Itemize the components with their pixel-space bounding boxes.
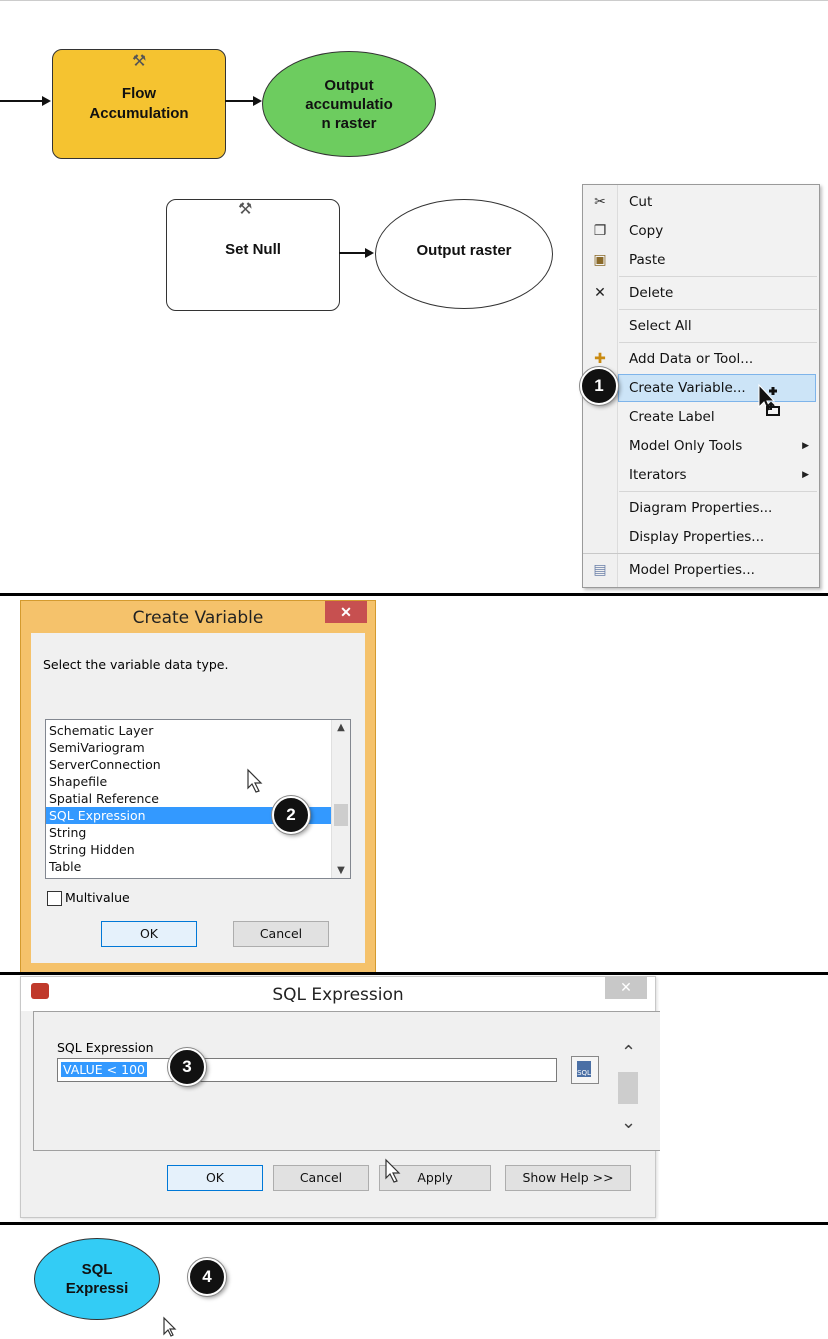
step-badge-2: 2	[272, 796, 310, 834]
menu-separator	[619, 491, 817, 492]
scroll-up-icon[interactable]: ⌃	[621, 1042, 636, 1063]
cancel-button[interactable]: Cancel	[233, 921, 329, 947]
menu-item-cut[interactable]: ✂ Cut	[583, 189, 819, 215]
scroll-thumb[interactable]	[618, 1072, 638, 1104]
scroll-down-icon[interactable]: ▼	[332, 865, 350, 876]
mouse-pointer-icon	[163, 1316, 177, 1337]
menu-item-model-properties[interactable]: ▤ Model Properties...	[583, 557, 819, 583]
delete-icon: ✕	[594, 285, 606, 301]
scroll-down-icon[interactable]: ⌄	[621, 1112, 636, 1133]
list-scrollbar[interactable]: ▲ ▼	[331, 720, 350, 878]
menu-item-paste[interactable]: ▣ Paste	[583, 247, 819, 273]
output-accumulation-raster-node[interactable]: Output accumulatio n raster	[262, 51, 436, 157]
list-item[interactable]: SemiVariogram	[49, 739, 145, 756]
ok-button[interactable]: OK	[101, 921, 197, 947]
sql-builder-button[interactable]: SQL	[571, 1056, 599, 1084]
list-item[interactable]: String Hidden	[49, 841, 135, 858]
hammer-icon: ⚒	[238, 201, 253, 218]
model-canvas: Flow Accumulation ⚒ Output accumulatio n…	[0, 0, 828, 593]
create-variable-cursor-icon	[758, 383, 780, 416]
menu-separator	[619, 276, 817, 277]
list-item[interactable]: String	[49, 824, 86, 841]
menu-item-model-only-tools[interactable]: Model Only Tools ▶	[583, 433, 819, 459]
connector	[225, 100, 255, 102]
scroll-up-icon[interactable]: ▲	[332, 722, 350, 733]
submenu-arrow-icon: ▶	[802, 441, 809, 451]
menu-item-copy[interactable]: ❐ Copy	[583, 218, 819, 244]
menu-separator	[583, 553, 819, 554]
dialog-body: Select the variable data type. Schematic…	[31, 633, 365, 963]
list-item[interactable]: ServerConnection	[49, 756, 161, 773]
menu-item-display-properties[interactable]: Display Properties...	[583, 524, 819, 550]
list-item[interactable]: Shapefile	[49, 773, 107, 790]
model-properties-icon: ▤	[593, 562, 607, 578]
list-item[interactable]: Spatial Reference	[49, 790, 159, 807]
connector-arrowhead	[365, 248, 374, 258]
panel-divider	[0, 972, 828, 975]
hammer-icon: ⚒	[132, 53, 147, 70]
incoming-connector	[0, 100, 44, 102]
set-null-label: Set Null	[225, 240, 281, 258]
menu-item-delete[interactable]: ✕ Delete	[583, 280, 819, 306]
scissors-icon: ✂	[594, 194, 606, 210]
close-button[interactable]: ✕	[325, 601, 367, 623]
panel-divider	[0, 593, 828, 596]
sql-expression-input[interactable]: VALUE < 100	[57, 1058, 557, 1082]
sql-expression-dialog: SQL Expression ✕ SQL Expression VALUE < …	[20, 976, 660, 1218]
mouse-pointer-icon	[247, 768, 263, 793]
step-badge-4: 4	[188, 1258, 226, 1296]
set-null-tool[interactable]: Set Null	[166, 199, 340, 311]
output-raster-node[interactable]: Output raster	[375, 199, 553, 309]
sql-expression-node-label: SQL Expressi	[65, 1261, 129, 1297]
step-badge-3: 3	[168, 1048, 206, 1086]
paste-icon: ▣	[593, 252, 607, 268]
menu-item-select-all[interactable]: Select All	[583, 313, 819, 339]
menu-separator	[619, 342, 817, 343]
menu-item-diagram-properties[interactable]: Diagram Properties...	[583, 495, 819, 521]
connector	[339, 252, 367, 254]
dialog-title: Create Variable	[132, 608, 264, 628]
list-item[interactable]: Table	[49, 858, 81, 875]
menu-item-iterators[interactable]: Iterators ▶	[583, 462, 819, 488]
output-accumulation-label: Output accumulatio n raster	[305, 76, 393, 132]
output-raster-label: Output raster	[416, 241, 512, 259]
sql-expression-value: VALUE < 100	[61, 1062, 147, 1077]
dialog-title: SQL Expression	[272, 985, 404, 1005]
close-button[interactable]: ✕	[605, 977, 647, 999]
menu-item-add-data-or-tool[interactable]: ✚ Add Data or Tool...	[583, 346, 819, 372]
flow-accumulation-label: Flow Accumulation	[89, 85, 189, 122]
sql-expression-label: SQL Expression	[57, 1040, 154, 1055]
ok-button[interactable]: OK	[167, 1165, 263, 1191]
cancel-button[interactable]: Cancel	[273, 1165, 369, 1191]
sql-icon: SQL	[577, 1061, 591, 1077]
multivalue-checkbox[interactable]	[47, 891, 62, 906]
create-variable-dialog: Create Variable ✕ Select the variable da…	[20, 600, 376, 973]
submenu-arrow-icon: ▶	[802, 470, 809, 480]
list-item[interactable]: Schematic Layer	[49, 722, 153, 739]
connector-arrowhead	[42, 96, 51, 106]
mouse-pointer-icon	[385, 1158, 401, 1183]
show-help-button[interactable]: Show Help >>	[505, 1165, 631, 1191]
step-badge-1: 1	[580, 367, 618, 405]
parameter-panel: SQL Expression VALUE < 100 SQL ⌃ ⌄	[33, 1011, 660, 1151]
copy-icon: ❐	[593, 223, 607, 239]
scroll-thumb[interactable]	[334, 804, 348, 826]
menu-separator	[619, 309, 817, 310]
panel-divider	[0, 1222, 828, 1225]
sql-expression-variable-node[interactable]: SQL Expressi	[34, 1238, 160, 1320]
prompt-text: Select the variable data type.	[43, 657, 229, 672]
connector-arrowhead	[253, 96, 262, 106]
multivalue-label: Multivalue	[65, 890, 130, 905]
data-type-list[interactable]: Schematic Layer SemiVariogram ServerConn…	[45, 719, 351, 879]
menu-item-create-variable[interactable]: Create Variable...	[618, 374, 816, 402]
